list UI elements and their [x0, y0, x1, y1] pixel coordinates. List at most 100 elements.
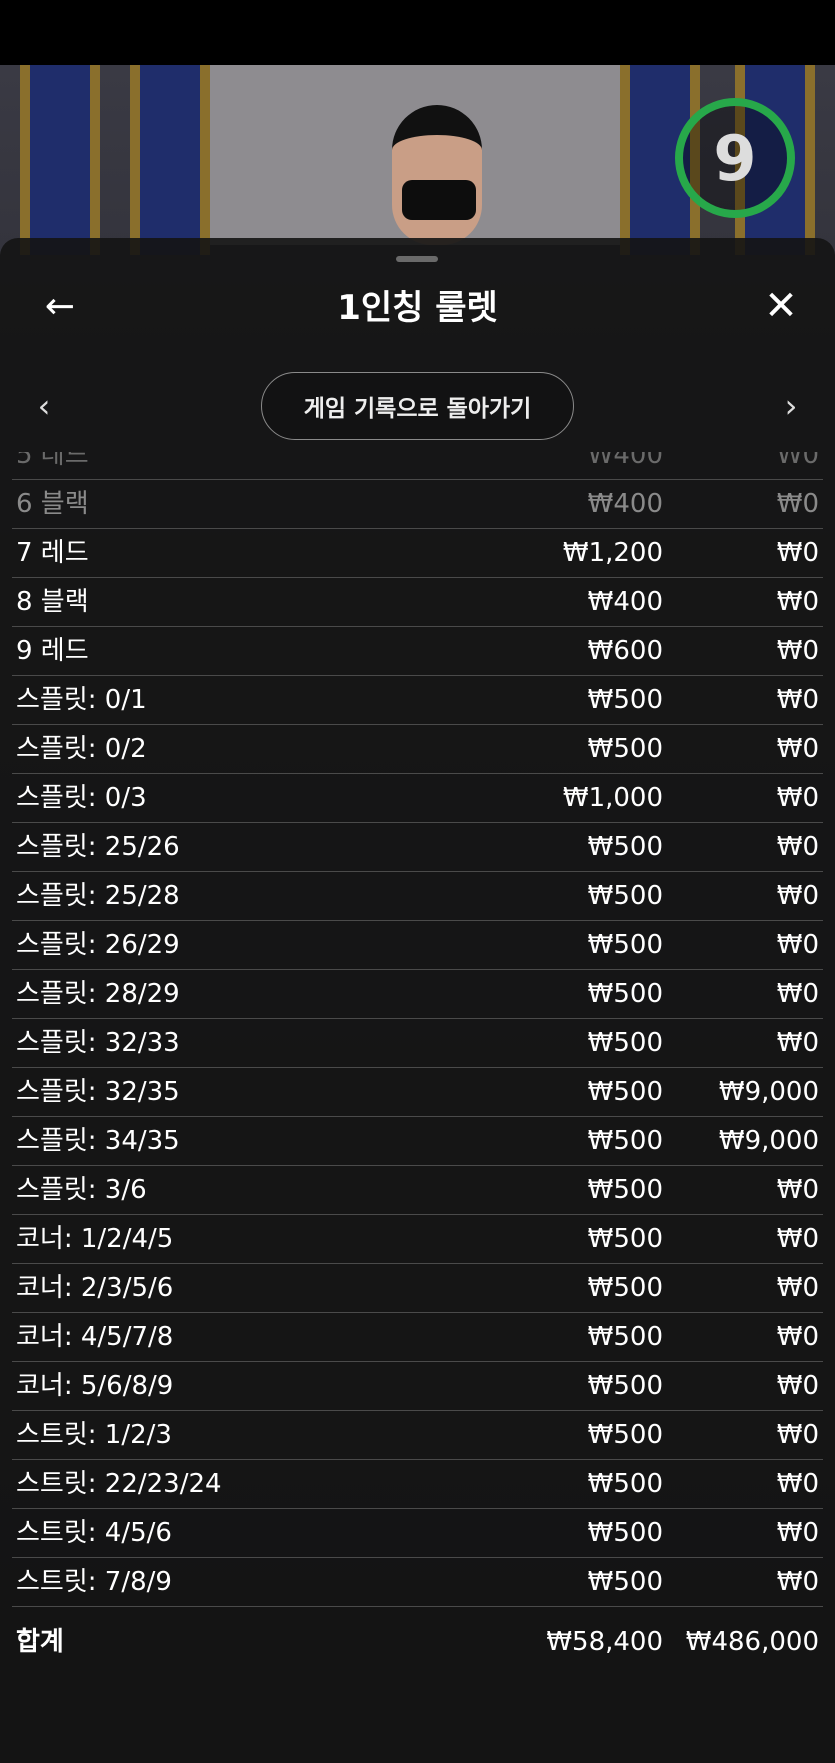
total-bet: ₩58,400 [546, 1627, 663, 1657]
table-row: 스플릿: 32/33 ₩500 ₩0 [12, 1019, 823, 1068]
row-win: ₩0 [776, 734, 819, 764]
row-bet: ₩500 [587, 1028, 663, 1058]
total-row: 합계 ₩58,400 ₩486,000 [12, 1614, 823, 1670]
row-bet: ₩500 [587, 1077, 663, 1107]
row-name: 6 블랙 [16, 489, 89, 519]
row-win: ₩0 [776, 538, 819, 568]
row-name: 스트릿: 7/8/9 [16, 1567, 172, 1597]
row-win: ₩0 [776, 1420, 819, 1450]
row-name: 스트릿: 1/2/3 [16, 1420, 172, 1450]
row-win: ₩0 [776, 489, 819, 519]
table-row: 8 블랙 ₩400 ₩0 [12, 578, 823, 627]
row-bet: ₩500 [587, 734, 663, 764]
table-row: 스플릿: 26/29 ₩500 ₩0 [12, 921, 823, 970]
row-win: ₩9,000 [718, 1077, 819, 1107]
row-bet: ₩500 [587, 881, 663, 911]
table-row: 6 블랙 ₩400 ₩0 [12, 480, 823, 529]
chevron-right-icon[interactable]: › [771, 384, 811, 428]
table-row: 코너: 1/2/4/5 ₩500 ₩0 [12, 1215, 823, 1264]
row-win: ₩0 [776, 1175, 819, 1205]
table-row: 스플릿: 25/28 ₩500 ₩0 [12, 872, 823, 921]
row-bet: ₩500 [587, 1567, 663, 1597]
row-win: ₩0 [776, 930, 819, 960]
row-name: 스플릿: 34/35 [16, 1126, 180, 1156]
total-win: ₩486,000 [685, 1627, 819, 1657]
table-row: 스플릿: 28/29 ₩500 ₩0 [12, 970, 823, 1019]
row-win: ₩0 [776, 1518, 819, 1548]
row-win: ₩0 [776, 1469, 819, 1499]
row-win: ₩0 [776, 685, 819, 715]
row-bet: ₩500 [587, 930, 663, 960]
row-win: ₩0 [776, 832, 819, 862]
pillar-left [20, 65, 100, 255]
page-title: 1인칭 룰렛 [337, 288, 498, 328]
row-name: 스트릿: 4/5/6 [16, 1518, 172, 1548]
row-name: 스트릿: 22/23/24 [16, 1469, 222, 1499]
row-name: 코너: 5/6/8/9 [16, 1371, 174, 1401]
row-win: ₩0 [776, 881, 819, 911]
row-name: 스플릿: 25/28 [16, 881, 180, 911]
table-row: 9 레드 ₩600 ₩0 [12, 627, 823, 676]
chevron-left-icon[interactable]: ‹ [24, 384, 64, 428]
table-row: 코너: 2/3/5/6 ₩500 ₩0 [12, 1264, 823, 1313]
status-bar [0, 0, 835, 65]
row-bet: ₩500 [587, 979, 663, 1009]
close-icon[interactable]: ✕ [757, 282, 805, 330]
row-win: ₩0 [776, 587, 819, 617]
row-name: 스플릿: 0/1 [16, 685, 147, 715]
row-bet: ₩400 [587, 489, 663, 519]
row-name: 8 블랙 [16, 587, 89, 617]
back-to-history-button[interactable]: 게임 기록으로 돌아가기 [261, 372, 574, 440]
row-name: 스플릿: 26/29 [16, 930, 180, 960]
row-win: ₩0 [776, 1322, 819, 1352]
table-row: 코너: 4/5/7/8 ₩500 ₩0 [12, 1313, 823, 1362]
table-row: 스플릿: 3/6 ₩500 ₩0 [12, 1166, 823, 1215]
table-row: 스플릿: 0/3 ₩1,000 ₩0 [12, 774, 823, 823]
row-win: ₩0 [776, 1371, 819, 1401]
timer-value: 9 [713, 121, 757, 195]
row-win: ₩0 [776, 636, 819, 666]
table-row: 스트릿: 1/2/3 ₩500 ₩0 [12, 1411, 823, 1460]
table-row: 스플릿: 0/2 ₩500 ₩0 [12, 725, 823, 774]
round-navigation: ‹ 게임 기록으로 돌아가기 › [0, 370, 835, 442]
row-bet: ₩500 [587, 1273, 663, 1303]
row-bet: ₩500 [587, 1469, 663, 1499]
row-bet: ₩1,200 [562, 538, 663, 568]
table-row: 스플릿: 0/1 ₩500 ₩0 [12, 676, 823, 725]
row-name: 7 레드 [16, 538, 89, 568]
row-bet: ₩400 [587, 452, 663, 470]
table-row: 7 레드 ₩1,200 ₩0 [12, 529, 823, 578]
table-row: 스플릿: 32/35 ₩500 ₩9,000 [12, 1068, 823, 1117]
table-row: 스플릿: 34/35 ₩500 ₩9,000 [12, 1117, 823, 1166]
total-label: 합계 [16, 1627, 64, 1657]
row-bet: ₩500 [587, 1420, 663, 1450]
row-win: ₩0 [776, 1273, 819, 1303]
row-win: ₩0 [776, 1028, 819, 1058]
row-win: ₩0 [776, 979, 819, 1009]
table-row: 스트릿: 22/23/24 ₩500 ₩0 [12, 1460, 823, 1509]
bet-table[interactable]: 5 레드 ₩400 ₩0 6 블랙 ₩400 ₩0 7 레드 ₩1,200 ₩0 8 블랙 ₩400… [12, 452, 823, 1763]
row-win: ₩0 [776, 452, 819, 470]
table-row: 스트릿: 7/8/9 ₩500 ₩0 [12, 1558, 823, 1607]
row-bet: ₩500 [587, 1224, 663, 1254]
countdown-timer: 9 [675, 98, 795, 218]
row-name: 스플릿: 32/35 [16, 1077, 180, 1107]
drag-handle[interactable] [396, 256, 438, 262]
row-bet: ₩600 [587, 636, 663, 666]
row-name: 스플릿: 25/26 [16, 832, 180, 862]
row-name: 코너: 2/3/5/6 [16, 1273, 174, 1303]
row-bet: ₩500 [587, 1322, 663, 1352]
row-name: 스플릿: 32/33 [16, 1028, 180, 1058]
row-bet: ₩500 [587, 1371, 663, 1401]
row-name: 9 레드 [16, 636, 89, 666]
pillar-left-2 [130, 65, 210, 255]
row-win: ₩0 [776, 1567, 819, 1597]
row-bet: ₩500 [587, 1518, 663, 1548]
row-bet: ₩500 [587, 685, 663, 715]
row-name: 코너: 1/2/4/5 [16, 1224, 174, 1254]
bet-rows: 5 레드 ₩400 ₩0 6 블랙 ₩400 ₩0 7 레드 ₩1,200 ₩0 8 블랙 ₩400… [12, 452, 823, 1607]
row-bet: ₩500 [587, 832, 663, 862]
row-win: ₩0 [776, 1224, 819, 1254]
bet-history-sheet: ← 1인칭 룰렛 ✕ ‹ 게임 기록으로 돌아가기 › 5 레드 ₩400 ₩0 6 … [0, 238, 835, 1763]
row-name: 코너: 4/5/7/8 [16, 1322, 174, 1352]
